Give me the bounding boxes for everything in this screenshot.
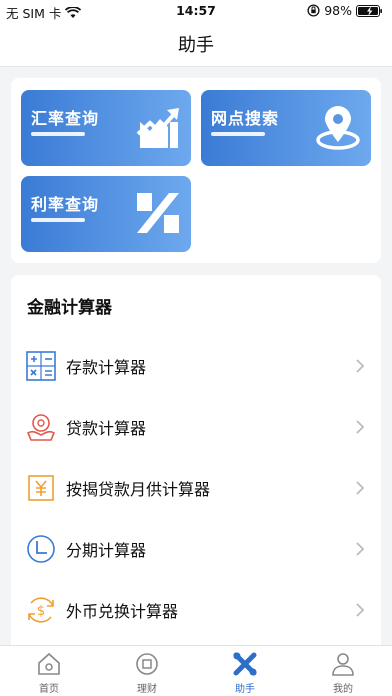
status-bar: 无 SIM 卡 14:57 98% [0,0,392,22]
calc-item-installment[interactable]: 分期计算器 [11,519,381,579]
tab-profile[interactable]: 我的 [294,646,392,696]
page-title: 助手 [178,35,214,56]
tile-branch-search[interactable]: 网点搜索 [201,90,371,166]
chevron-right-icon [356,603,365,617]
tab-label: 助手 [235,684,255,695]
orientation-lock-icon [307,4,320,17]
currency-exchange-icon: $ [28,597,54,623]
tab-label: 我的 [333,684,353,695]
percent-icon [137,193,179,233]
tile-interest-rate[interactable]: 利率查询 [21,176,191,252]
svg-text:$: $ [37,604,45,619]
yen-note-icon [28,475,54,501]
calc-item-loan[interactable]: 贷款计算器 [11,397,381,457]
calc-item-label: 贷款计算器 [66,419,147,438]
home-icon [38,652,60,675]
tab-bar: 首页 理财 助手 我的 [0,645,392,696]
tile-underline [211,132,265,136]
calculator-icon [26,351,56,381]
chevron-right-icon [356,542,365,556]
tile-label: 汇率查询 [31,109,100,128]
tab-label: 理财 [137,684,157,695]
quick-tools-panel: 汇率查询 网点搜索 利率查询 [11,78,381,263]
calc-item-label: 分期计算器 [66,541,147,560]
nav-bar: 助手 [0,22,392,67]
assistant-icon [233,652,257,676]
tile-exchange-rate[interactable]: 汇率查询 [21,90,191,166]
tab-wealth[interactable]: 理财 [98,646,196,696]
chevron-right-icon [356,359,365,373]
calculator-panel: 金融计算器 存款计算器 贷款计算器 按揭贷款月供计算器 分期计算器 $ 外币兑换… [11,275,381,655]
calc-item-currency-exchange[interactable]: $ 外币兑换计算器 [11,580,381,640]
trend-chart-icon [136,108,179,148]
location-pin-icon [316,106,360,150]
chevron-right-icon [356,420,365,434]
chevron-right-icon [356,481,365,495]
tab-label: 首页 [39,684,59,695]
tab-assistant[interactable]: 助手 [196,646,294,696]
tile-underline [31,218,85,222]
battery-icon [356,4,382,17]
tile-label: 网点搜索 [211,109,280,128]
calc-item-mortgage[interactable]: 按揭贷款月供计算器 [11,458,381,518]
clock-icon [27,535,55,563]
tile-underline [31,132,85,136]
calc-item-deposit[interactable]: 存款计算器 [11,336,381,396]
calc-item-label: 外币兑换计算器 [66,602,179,621]
battery-percent: 98% [324,3,352,18]
tile-label: 利率查询 [31,195,100,214]
calc-item-label: 存款计算器 [66,358,147,377]
section-title: 金融计算器 [27,298,112,318]
wealth-icon [136,653,158,675]
hand-coin-icon [26,414,56,441]
profile-icon [332,653,354,676]
calc-item-label: 按揭贷款月供计算器 [66,480,211,499]
tab-home[interactable]: 首页 [0,646,98,696]
